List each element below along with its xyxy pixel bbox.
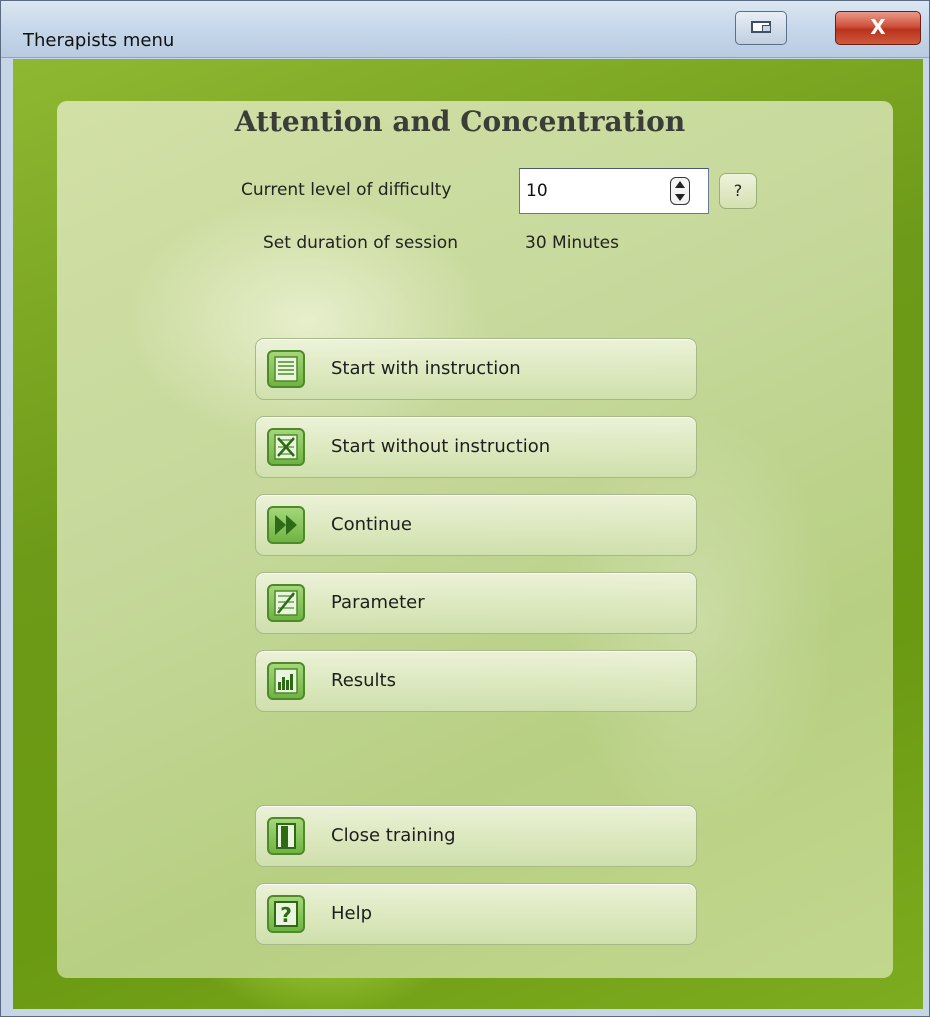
help-button[interactable]: ? Help	[255, 883, 697, 945]
duration-value: 30 Minutes	[525, 233, 619, 253]
crossed-list-icon	[267, 428, 305, 466]
parameter-button[interactable]: Parameter	[255, 572, 697, 634]
parameter-icon	[267, 584, 305, 622]
list-icon	[267, 350, 305, 388]
button-label: Results	[331, 670, 396, 691]
client-area: Attention and Concentration Current leve…	[13, 59, 923, 1009]
close-icon: X	[870, 15, 886, 39]
restore-button[interactable]	[735, 11, 787, 45]
fast-forward-icon	[267, 506, 305, 544]
bar-chart-icon	[267, 662, 305, 700]
level-value[interactable]: 10	[526, 181, 548, 201]
main-panel: Attention and Concentration Current leve…	[57, 101, 893, 978]
window-title: Therapists menu	[23, 30, 175, 51]
title-bar[interactable]: Therapists menu X	[1, 1, 929, 58]
continue-button[interactable]: Continue	[255, 494, 697, 556]
exit-door-icon	[267, 817, 305, 855]
level-label: Current level of difficulty	[241, 180, 452, 200]
close-training-button[interactable]: Close training	[255, 805, 697, 867]
therapists-menu-window: Therapists menu X Attention and Concentr…	[0, 0, 930, 1017]
close-button[interactable]: X	[835, 11, 921, 45]
level-help-button[interactable]: ?	[719, 173, 757, 209]
results-button[interactable]: Results	[255, 650, 697, 712]
spin-updown-icon[interactable]	[670, 177, 690, 205]
button-label: Continue	[331, 514, 412, 535]
button-label: Start without instruction	[331, 436, 551, 457]
svg-text:?: ?	[280, 903, 292, 927]
duration-label: Set duration of session	[263, 233, 458, 253]
button-label: Parameter	[331, 592, 425, 613]
level-stepper[interactable]: 10	[519, 168, 709, 214]
button-label: Help	[331, 903, 373, 924]
button-label: Start with instruction	[331, 358, 521, 379]
start-without-instruction-button[interactable]: Start without instruction	[255, 416, 697, 478]
page-title: Attention and Concentration	[234, 105, 686, 138]
question-icon: ?	[267, 895, 305, 933]
start-with-instruction-button[interactable]: Start with instruction	[255, 338, 697, 400]
button-label: Close training	[331, 825, 456, 846]
restore-icon	[751, 21, 771, 33]
